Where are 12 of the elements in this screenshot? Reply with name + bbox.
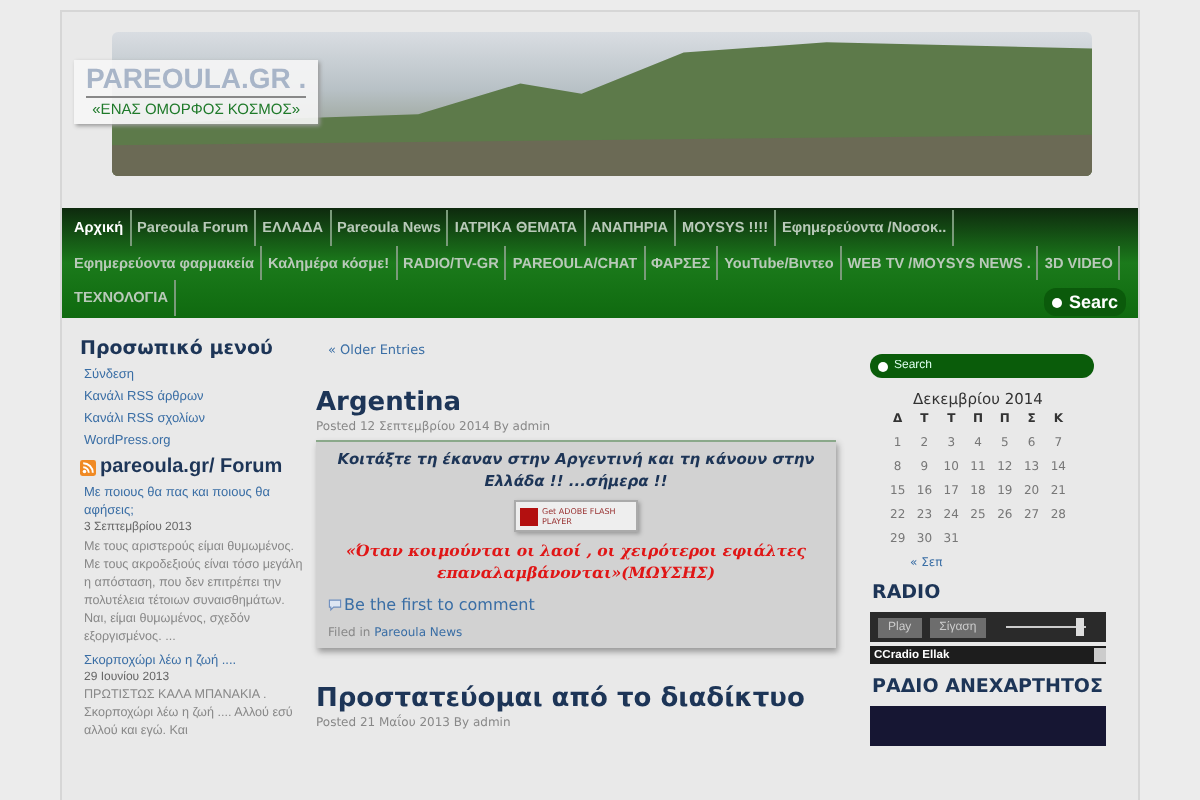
comment-link[interactable]: Be the first to comment (344, 596, 535, 614)
widget-title: Προσωπικό μενού (80, 338, 275, 360)
speech-bubble-icon (328, 598, 342, 612)
widget-title: ΡΑΔΙΟ ΑΝΕΧΑΡΤΗΤΟΣ (872, 676, 1105, 698)
slider-thumb[interactable] (1076, 618, 1084, 636)
post-title[interactable]: Argentina (316, 388, 840, 418)
post-title[interactable]: Προστατεύομαι από το διαδίκτυο (316, 684, 840, 714)
nav-search-toggle[interactable]: Searc (1044, 288, 1126, 316)
rss-icon (80, 459, 96, 475)
widget-title: pareoula.gr/ Forum (100, 456, 283, 478)
site-title: PAREOULA.GR . (86, 62, 307, 98)
widget-title: RADIO (872, 582, 943, 604)
